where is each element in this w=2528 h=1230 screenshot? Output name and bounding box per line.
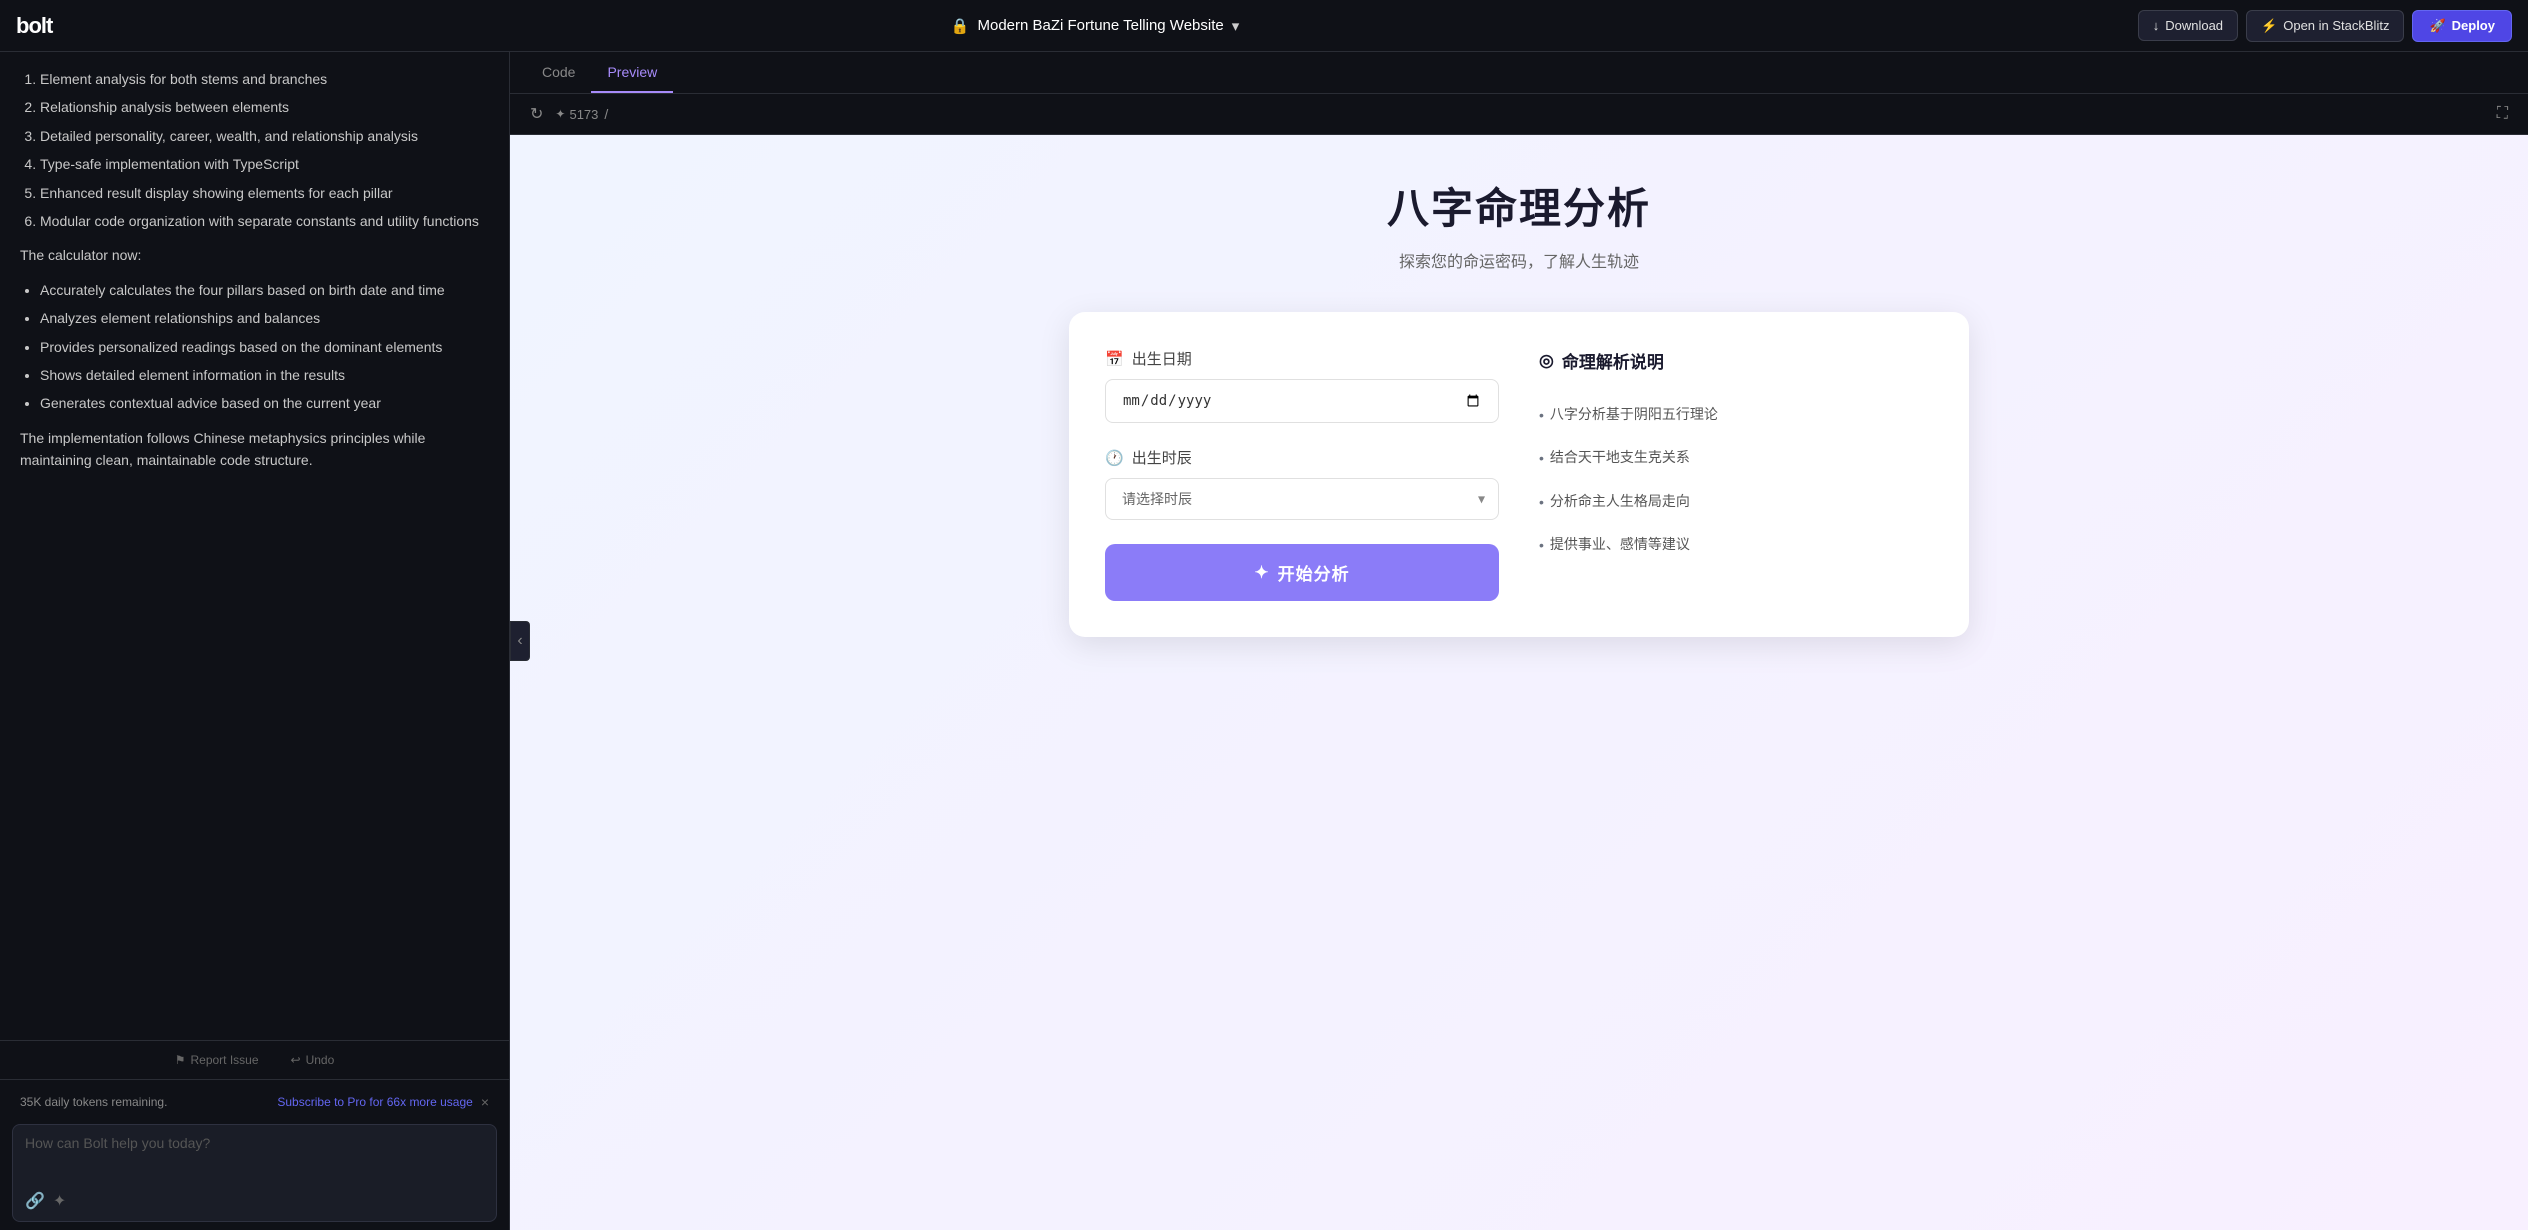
report-issue-button[interactable]: ⚑ Report Issue [167,1049,267,1071]
bazi-form-section: 📅 出生日期 🕐 出生时辰 [1105,348,1499,601]
intro-text: The calculator now: [20,244,489,266]
birth-time-label: 🕐 出生时辰 [1105,447,1499,468]
topbar-center: 🔒 Modern BaZi Fortune Telling Website ▾ [951,17,1239,35]
list-item: Detailed personality, career, wealth, an… [40,125,489,147]
info-list-item: 八字分析基于阴阳五行理论 [1539,393,1933,436]
time-select-wrap: 请选择时辰 子时 (23:00-01:00) 丑时 (01:00-03:00) … [1105,478,1499,520]
tab-preview[interactable]: Preview [591,52,673,93]
chevron-down-icon[interactable]: ▾ [1232,17,1240,35]
preview-toolbar: ↻ ✦ 5173 / ⛶ [510,94,2528,135]
url-slash: / [604,106,608,122]
topbar-right: ↓ Download ⚡ Open in StackBlitz 🚀 Deploy [2138,10,2512,42]
calendar-icon: 📅 [1105,350,1124,368]
chat-content: Element analysis for both stems and bran… [0,52,509,1040]
list-item: Generates contextual advice based on the… [40,392,489,414]
tokens-remaining: 35K daily tokens remaining. [20,1095,167,1109]
birth-date-input[interactable] [1105,379,1499,423]
bullet-list: Accurately calculates the four pillars b… [20,279,489,415]
attach-link-button[interactable]: 🔗 [25,1191,45,1211]
birth-time-group: 🕐 出生时辰 请选择时辰 子时 (23:00-01:00) 丑时 (01:00-… [1105,447,1499,520]
report-icon: ⚑ [175,1053,186,1067]
chat-input-wrap: 🔗 ✦ [12,1124,497,1222]
list-item: Enhanced result display showing elements… [40,182,489,204]
download-button[interactable]: ↓ Download [2138,10,2238,41]
bazi-main-title: 八字命理分析 [1387,175,1651,236]
right-panel: Code Preview ↻ ✦ 5173 / ⛶ 八字命理分析 探索您的命运密… [510,52,2528,1230]
bazi-subtitle: 探索您的命运密码，了解人生轨迹 [1387,248,1651,272]
info-title: ◎ 命理解析说明 [1539,348,1933,373]
download-icon: ↓ [2153,18,2160,33]
info-list: 八字分析基于阴阳五行理论 结合天干地支生克关系 分析命主人生格局走向 提供事业、… [1539,393,1933,567]
numbered-list: Element analysis for both stems and bran… [20,68,489,232]
tokens-bar: 35K daily tokens remaining. Subscribe to… [12,1088,497,1116]
footer-text: The implementation follows Chinese metap… [20,427,489,472]
analyze-sparkle-icon: ✦ [1254,563,1269,583]
project-title: Modern BaZi Fortune Telling Website [977,17,1223,34]
sparkle-icon: ✦ [53,1193,66,1210]
list-item: Provides personalized readings based on … [40,336,489,358]
undo-icon: ↩ [291,1053,301,1067]
sparkle-button[interactable]: ✦ [53,1191,66,1211]
token-count: ✦ 5173 [555,107,598,122]
tab-code[interactable]: Code [526,52,591,93]
link-icon: 🔗 [25,1193,45,1210]
fullscreen-button[interactable]: ⛶ [2493,101,2512,127]
preview-content: 八字命理分析 探索您的命运密码，了解人生轨迹 📅 出生日期 [510,135,2528,1230]
birth-date-label: 📅 出生日期 [1105,348,1499,369]
bolt-logo: bolt [16,13,52,39]
subscribe-link[interactable]: Subscribe to Pro for 66x more usage [277,1095,472,1109]
list-item: Shows detailed element information in th… [40,364,489,386]
lock-icon: 🔒 [951,17,970,35]
list-item: Analyzes element relationships and balan… [40,307,489,329]
lightning-icon: ⚡ [2261,18,2277,34]
deploy-button[interactable]: 🚀 Deploy [2412,10,2512,42]
info-list-item: 提供事业、感情等建议 [1539,523,1933,566]
chat-input[interactable] [25,1135,484,1183]
collapse-panel-button[interactable]: ‹ [510,621,530,661]
topbar-left: bolt [16,13,52,39]
bazi-info-section: ◎ 命理解析说明 八字分析基于阴阳五行理论 结合天干地支生克关系 分析命主人生格… [1539,348,1933,601]
bazi-header: 八字命理分析 探索您的命运密码，了解人生轨迹 [1387,175,1651,272]
analyze-button[interactable]: ✦ 开始分析 [1105,544,1499,601]
info-list-item: 分析命主人生格局走向 [1539,480,1933,523]
rocket-icon: 🚀 [2429,18,2445,34]
info-icon: ◎ [1539,351,1554,371]
bazi-website: 八字命理分析 探索您的命运密码，了解人生轨迹 📅 出生日期 [510,135,2528,1230]
bottom-bar: ⚑ Report Issue ↩ Undo [0,1040,509,1079]
list-item: Modular code organization with separate … [40,210,489,232]
list-item: Relationship analysis between elements [40,96,489,118]
collapse-icon: ‹ [517,632,522,650]
chat-footer: 35K daily tokens remaining. Subscribe to… [0,1079,509,1230]
main-wrapper: Element analysis for both stems and bran… [0,52,2528,1230]
left-panel: Element analysis for both stems and bran… [0,52,510,1230]
list-item: Type-safe implementation with TypeScript [40,153,489,175]
sparkle-icon: ✦ [555,107,565,121]
list-item: Element analysis for both stems and bran… [40,68,489,90]
preview-tabs: Code Preview [510,52,2528,94]
bazi-main-card: 📅 出生日期 🕐 出生时辰 [1069,312,1969,637]
refresh-button[interactable]: ↻ [526,100,547,128]
url-bar: ✦ 5173 / [555,106,2484,122]
birth-time-select[interactable]: 请选择时辰 子时 (23:00-01:00) 丑时 (01:00-03:00) … [1105,478,1499,520]
birth-date-group: 📅 出生日期 [1105,348,1499,423]
chat-input-actions: 🔗 ✦ [25,1191,484,1211]
close-tokens-icon[interactable]: × [481,1094,489,1110]
topbar: bolt 🔒 Modern BaZi Fortune Telling Websi… [0,0,2528,52]
clock-icon: 🕐 [1105,449,1124,467]
undo-button[interactable]: ↩ Undo [283,1049,343,1071]
stackblitz-button[interactable]: ⚡ Open in StackBlitz [2246,10,2404,42]
info-list-item: 结合天干地支生克关系 [1539,436,1933,479]
list-item: Accurately calculates the four pillars b… [40,279,489,301]
